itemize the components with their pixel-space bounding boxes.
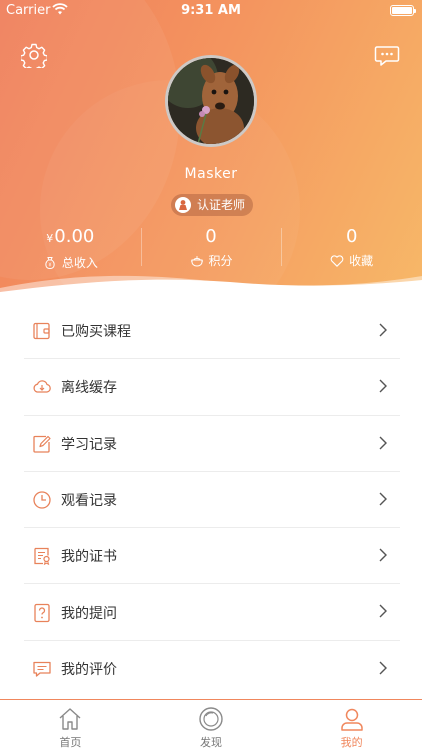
edit-note-icon <box>33 435 51 453</box>
tab-label: 发现 <box>200 736 222 749</box>
chevron-right-icon <box>379 661 387 675</box>
badge-label: 认证老师 <box>197 198 246 212</box>
chevron-right-icon <box>379 604 387 618</box>
menu-label: 我的评价 <box>61 661 117 678</box>
profile-header: Carrier 9:31 AM Masker 认证老师 ¥0.00 ¥ 总收入 … <box>0 0 422 300</box>
tab-discover[interactable]: 发现 <box>141 700 282 750</box>
menu-item-my-reviews[interactable]: 我的评价 <box>0 641 422 697</box>
message-icon[interactable] <box>374 42 400 68</box>
income-value: 0.00 <box>54 226 95 247</box>
menu-item-study-records[interactable]: 学习记录 <box>0 416 422 473</box>
tab-label: 我的 <box>340 736 363 749</box>
menu-list: 已购买课程 离线缓存 学习记录 观看记录 我的证书 我的提问 我的评价 <box>0 303 422 697</box>
menu-item-my-questions[interactable]: 我的提问 <box>0 584 422 642</box>
menu-label: 离线缓存 <box>61 380 117 397</box>
home-icon <box>59 708 81 730</box>
avatar-image <box>168 58 254 144</box>
chevron-right-icon <box>379 548 387 562</box>
avatar[interactable] <box>165 55 257 147</box>
favorites-value: 0 <box>345 226 358 247</box>
chevron-right-icon <box>379 323 387 337</box>
menu-label: 学习记录 <box>61 436 117 453</box>
status-time: 9:31 AM <box>181 3 241 18</box>
menu-item-my-certificates[interactable]: 我的证书 <box>0 528 422 585</box>
certificate-icon <box>34 548 50 566</box>
menu-item-offline-cache[interactable]: 离线缓存 <box>0 359 422 416</box>
tab-home[interactable]: 首页 <box>0 700 141 750</box>
menu-label: 已购买课程 <box>61 324 131 341</box>
comment-icon <box>33 661 51 677</box>
battery-icon <box>390 5 416 16</box>
menu-label: 观看记录 <box>61 493 117 510</box>
settings-gear-icon[interactable] <box>21 42 47 68</box>
username: Masker <box>184 166 238 182</box>
tab-label: 首页 <box>59 736 82 749</box>
chevron-right-icon <box>379 492 387 506</box>
wallet-icon <box>33 322 50 340</box>
chevron-right-icon <box>379 379 387 393</box>
menu-item-purchased-courses[interactable]: 已购买课程 <box>0 303 422 360</box>
tab-mine[interactable]: 我的 <box>281 700 422 750</box>
menu-item-watch-history[interactable]: 观看记录 <box>0 472 422 529</box>
status-bar: Carrier 9:31 AM <box>0 0 422 22</box>
clock-icon <box>33 491 51 509</box>
certified-teacher-badge: 认证老师 <box>171 194 254 216</box>
currency-symbol: ¥ <box>46 232 54 245</box>
question-icon <box>34 603 50 622</box>
cloud-download-icon <box>33 380 51 394</box>
teacher-badge-icon <box>175 197 191 213</box>
menu-label: 我的提问 <box>61 605 117 622</box>
menu-label: 我的证书 <box>61 549 117 566</box>
tab-bar: 首页 发现 我的 <box>0 699 422 750</box>
header-wave <box>0 275 422 300</box>
chevron-right-icon <box>379 436 387 450</box>
user-icon <box>340 708 363 731</box>
discover-icon <box>199 707 223 731</box>
profile-page: Carrier 9:31 AM Masker 认证老师 ¥0.00 ¥ 总收入 … <box>0 0 422 750</box>
points-value: 0 <box>205 226 217 247</box>
